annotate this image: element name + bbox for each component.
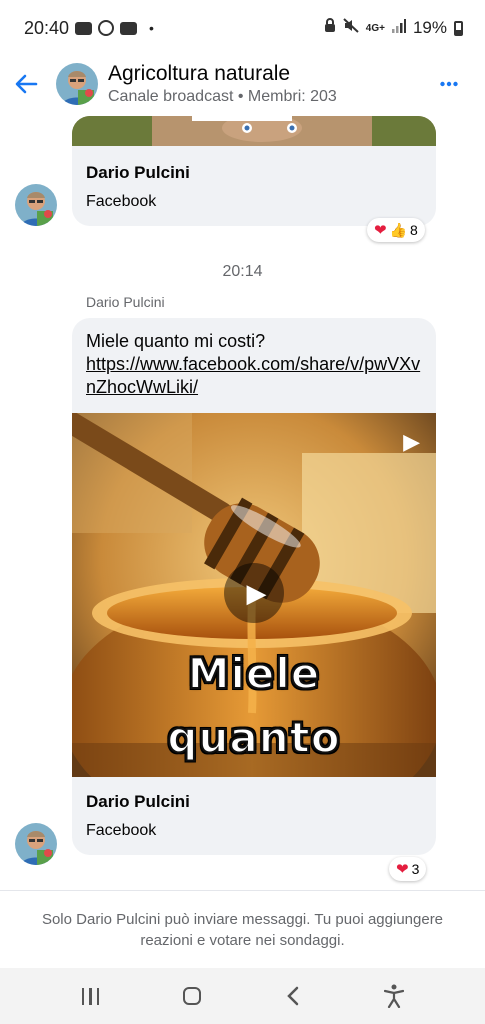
heart-reaction-icon: ❤ [396, 861, 409, 878]
signal-icon [391, 18, 406, 38]
reaction-summary[interactable]: ❤ 👍 8 [367, 218, 425, 242]
status-bar: 20:40 • 4G+ 19% [0, 0, 485, 56]
preview-title: Dario Pulcini [86, 792, 190, 811]
video-caption-line2: quanto [166, 712, 341, 763]
system-nav-bar [0, 968, 485, 1024]
sender-avatar[interactable] [15, 184, 57, 226]
preview-source: Facebook [86, 822, 157, 839]
heart-reaction-icon: ❤ [374, 222, 387, 239]
broadcast-restriction-note: Solo Dario Pulcini può inviare messaggi.… [0, 890, 485, 968]
more-dots-icon [440, 81, 458, 87]
video-preview[interactable]: ▶ ▶ Miele quanto [72, 413, 436, 777]
home-icon [182, 987, 201, 1005]
time-divider: 20:14 [222, 263, 263, 280]
status-dot: • [149, 20, 154, 36]
play-icon[interactable]: ▶ [403, 429, 420, 455]
chevron-left-icon [287, 986, 299, 1006]
preview-source: Facebook [86, 193, 157, 210]
battery-icon [454, 20, 463, 36]
network-label: 4G+ [365, 22, 385, 34]
chat-header: Agricoltura naturale Canale broadcast • … [0, 56, 485, 112]
recent-apps-icon [81, 987, 100, 1005]
channel-title: Agricoltura naturale [108, 62, 291, 85]
sender-name: Dario Pulcini [86, 294, 165, 310]
sender-avatar[interactable] [15, 823, 57, 865]
status-right: 4G+ 19% [324, 18, 463, 38]
lock-icon [324, 18, 336, 38]
header-text[interactable]: Agricoltura naturale Canale broadcast • … [108, 61, 427, 107]
preview-title: Dario Pulcini [86, 163, 190, 182]
preview-footer[interactable]: Dario Pulcini Facebook [72, 777, 436, 855]
mute-icon [343, 18, 359, 38]
battery-label: 19% [412, 18, 447, 37]
message-text-block: Miele quanto mi costi? https://www.faceb… [72, 318, 436, 413]
video-caption-line1: Miele [187, 648, 321, 699]
more-options-button[interactable] [427, 62, 471, 106]
accessibility-button[interactable] [369, 976, 419, 1016]
message-text: Miele quanto mi costi? [86, 331, 266, 351]
channel-subtitle: Canale broadcast • Membri: 203 [108, 88, 337, 105]
youtube-icon [75, 21, 93, 35]
youtube-icon [120, 21, 138, 35]
accessibility-icon [384, 984, 405, 1008]
preview-image[interactable] [72, 116, 436, 146]
home-button[interactable] [167, 976, 217, 1016]
thumbs-up-reaction-icon: 👍 [389, 221, 408, 238]
channel-avatar[interactable] [56, 63, 98, 105]
back-button[interactable] [0, 58, 52, 110]
recent-apps-button[interactable] [66, 976, 116, 1016]
message-link[interactable]: https://www.facebook.com/share/v/pwVXvnZ… [86, 353, 422, 399]
restriction-text: Solo Dario Pulcini può inviare messaggi.… [41, 910, 444, 949]
reaction-count: 3 [411, 861, 420, 877]
message-bubble[interactable]: Miele quanto mi costi? https://www.faceb… [72, 318, 436, 855]
reaction-summary[interactable]: ❤ 3 [389, 857, 427, 881]
yahoo-icon [98, 20, 115, 36]
system-back-button[interactable] [268, 976, 318, 1016]
status-time: 20:40 [24, 17, 70, 38]
status-left: 20:40 • [24, 18, 154, 39]
link-preview-card[interactable]: Dario Pulcini Facebook [72, 116, 436, 226]
reaction-count: 8 [410, 222, 418, 238]
play-video-button[interactable]: ▶ [224, 563, 284, 623]
preview-footer[interactable]: Dario Pulcini Facebook [72, 146, 436, 226]
back-arrow-icon [15, 74, 38, 94]
